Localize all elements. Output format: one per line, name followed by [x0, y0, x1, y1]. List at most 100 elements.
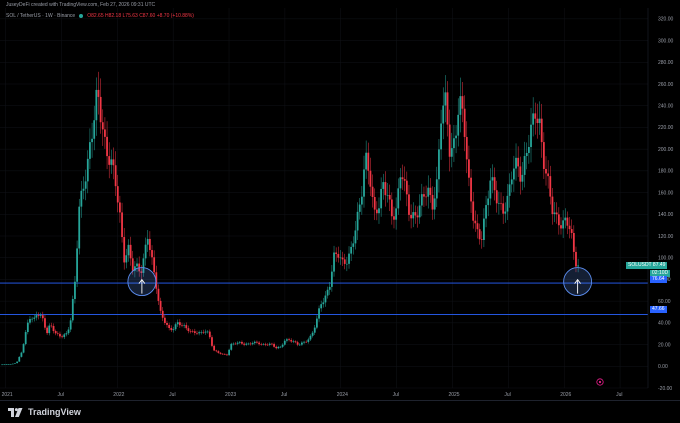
candle-body — [510, 179, 513, 185]
candle-body — [540, 118, 543, 143]
candle-body — [438, 149, 440, 180]
candle-body — [125, 255, 128, 263]
candle-body — [487, 198, 490, 206]
symbol-legend[interactable]: SOL / TetherUS · 1W · Binance O82.65 H82… — [6, 13, 194, 19]
symbol-tag: SOLUSDT — [628, 262, 652, 268]
candle-body — [525, 152, 528, 157]
candle-body — [129, 244, 132, 259]
price-tick-label: 0.00 — [658, 364, 668, 370]
candle-body — [148, 238, 151, 251]
candle-body — [305, 341, 308, 343]
candle-body — [44, 318, 46, 328]
candle-body — [470, 177, 472, 202]
candle-body — [157, 288, 160, 301]
candle-body — [258, 342, 260, 345]
candle-body — [9, 364, 12, 365]
candle-body — [232, 343, 235, 345]
candle-body — [215, 350, 218, 352]
candle-body — [181, 325, 183, 326]
candle-body — [18, 356, 21, 362]
candle-body — [320, 304, 323, 309]
tradingview-logo[interactable]: TradingView — [8, 407, 81, 417]
candle-body — [551, 196, 554, 215]
symbol-title[interactable]: SOL / TetherUS · 1W · Binance — [6, 13, 75, 19]
candle-body — [71, 298, 74, 321]
time-tick-label: 2025 — [448, 392, 459, 398]
candle-body — [243, 343, 245, 345]
candle-body — [311, 332, 314, 336]
candle-body — [333, 252, 335, 272]
candle-body — [211, 337, 213, 346]
candle-body — [575, 251, 577, 267]
candle-body — [420, 194, 423, 206]
candle-body — [176, 322, 179, 325]
price-chart[interactable]: 320.00 300.00 280.00 260.00 240.00 220.00 200.… — [0, 0, 680, 400]
candle-body — [386, 195, 389, 196]
candle-body — [399, 177, 402, 189]
candle-body — [264, 343, 267, 345]
candle-body — [245, 343, 248, 345]
candle-body — [508, 184, 511, 196]
candle-body — [442, 105, 445, 124]
candle-body — [290, 340, 293, 342]
candle-body — [54, 331, 57, 334]
candle-body — [219, 352, 222, 354]
candle-body — [397, 188, 400, 209]
candle-body — [146, 238, 149, 245]
footer-bar: TradingView — [0, 400, 680, 423]
tradingview-logo-icon — [8, 407, 23, 417]
candle-body — [341, 257, 344, 260]
price-tick-label: 280.00 — [658, 60, 674, 66]
candle-body — [542, 142, 545, 169]
candle-body — [112, 159, 115, 166]
candle-body — [414, 212, 417, 216]
candle-body — [213, 345, 216, 351]
candle-body — [123, 237, 126, 263]
candle-body — [440, 123, 442, 150]
candle-body — [172, 329, 175, 331]
candle-body — [196, 332, 198, 334]
candle-body — [193, 331, 196, 333]
candle-body — [50, 325, 53, 327]
candle-body — [35, 315, 38, 318]
candle-body — [288, 339, 290, 341]
candle-body — [131, 258, 134, 271]
candle-body — [412, 212, 415, 219]
candle-body — [485, 205, 487, 219]
candle-body — [461, 96, 464, 109]
candle-body — [384, 182, 387, 196]
candle-body — [296, 342, 299, 345]
candle-body — [236, 342, 239, 344]
time-tick-label: Jul — [169, 392, 175, 398]
candle-body — [52, 326, 55, 332]
candle-body — [208, 331, 211, 338]
candle-body — [91, 138, 93, 143]
candle-body — [86, 158, 89, 182]
candle-body — [26, 322, 29, 333]
candle-body — [495, 190, 498, 204]
candle-body — [324, 295, 327, 303]
candle-body — [557, 214, 560, 226]
candle-body — [189, 331, 192, 332]
candle-body — [114, 165, 117, 187]
candle-body — [564, 217, 567, 221]
price-tick-label: 100.00 — [658, 256, 674, 262]
candle-body — [549, 176, 552, 197]
candle-body — [168, 324, 171, 329]
candle-body — [294, 341, 297, 343]
candle-body — [367, 152, 370, 171]
price-tick-label: 220.00 — [658, 125, 674, 131]
candle-body — [307, 339, 310, 342]
candle-body — [3, 364, 6, 366]
candle-body — [393, 216, 395, 220]
candle-body — [568, 225, 571, 230]
support-high-tag: 76.64 — [650, 276, 667, 283]
candle-body — [457, 114, 460, 136]
candle-body — [378, 208, 380, 214]
candle-body — [410, 214, 413, 219]
candle-body — [322, 302, 325, 305]
candle-body — [273, 343, 275, 347]
price-tick-label: 240.00 — [658, 104, 674, 110]
candle-body — [106, 136, 108, 157]
candle-body — [31, 318, 34, 320]
